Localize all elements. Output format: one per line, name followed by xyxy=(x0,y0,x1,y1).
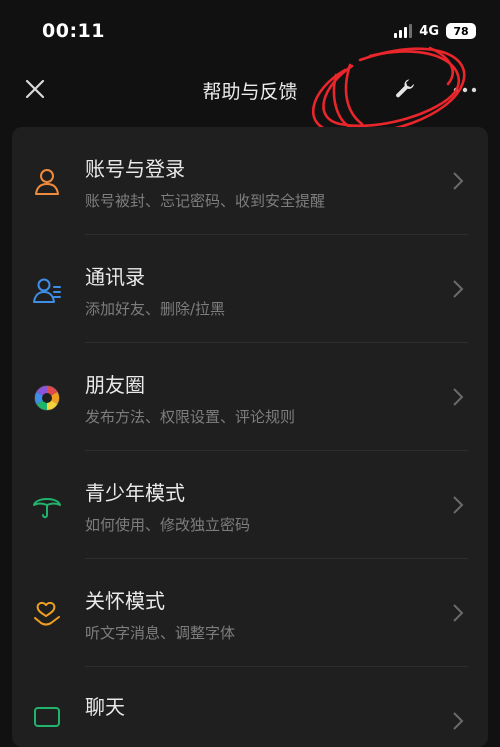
status-bar: 00:11 4G 78 xyxy=(0,0,500,64)
chevron-right-icon xyxy=(453,496,464,514)
list-item-title: 聊天 xyxy=(85,695,125,719)
moments-aperture-icon xyxy=(34,385,60,411)
list-item-care-mode[interactable]: 关怀模式 听文字消息、调整字体 xyxy=(12,559,488,667)
chevron-right-icon xyxy=(453,388,464,406)
chevron-right-icon xyxy=(453,172,464,190)
help-topics-list: 账号与登录 账号被封、忘记密码、收到安全提醒 通讯录 添加好友、删除/拉黑 朋友… xyxy=(12,127,488,747)
chat-icon xyxy=(34,707,60,727)
more-options-icon[interactable] xyxy=(452,86,478,94)
list-item-title: 青少年模式 xyxy=(85,481,185,505)
chevron-right-icon xyxy=(453,280,464,298)
wrench-icon[interactable] xyxy=(392,76,418,102)
list-item-subtitle: 添加好友、删除/拉黑 xyxy=(85,300,226,318)
list-item-title: 朋友圈 xyxy=(85,373,145,397)
list-item-subtitle: 听文字消息、调整字体 xyxy=(85,624,236,642)
nav-bar: 帮助与反馈 xyxy=(0,64,500,114)
network-type: 4G xyxy=(419,23,439,39)
list-item-chat[interactable]: 聊天 xyxy=(12,667,488,747)
list-item-subtitle: 账号被封、忘记密码、收到安全提醒 xyxy=(85,192,326,210)
contacts-icon xyxy=(33,278,61,303)
page-title: 帮助与反馈 xyxy=(202,81,298,103)
list-item-title: 通讯录 xyxy=(85,265,145,289)
status-time: 00:11 xyxy=(42,20,105,42)
list-item-contacts[interactable]: 通讯录 添加好友、删除/拉黑 xyxy=(12,235,488,343)
list-item-subtitle: 发布方法、权限设置、评论规则 xyxy=(85,408,296,426)
chevron-right-icon xyxy=(453,604,464,622)
signal-strength-icon xyxy=(394,24,413,38)
user-icon xyxy=(35,169,59,195)
status-indicators: 4G 78 xyxy=(394,22,476,40)
list-item-moments[interactable]: 朋友圈 发布方法、权限设置、评论规则 xyxy=(12,343,488,451)
list-item-title: 关怀模式 xyxy=(85,589,165,613)
list-item-teen-mode[interactable]: 青少年模式 如何使用、修改独立密码 xyxy=(12,451,488,559)
umbrella-icon xyxy=(33,498,61,519)
list-item-title: 账号与登录 xyxy=(85,157,185,181)
list-item-subtitle: 如何使用、修改独立密码 xyxy=(85,516,251,534)
chevron-right-icon xyxy=(453,712,464,730)
care-hand-heart-icon xyxy=(34,601,60,626)
battery-icon: 78 xyxy=(446,23,476,39)
list-item-account-login[interactable]: 账号与登录 账号被封、忘记密码、收到安全提醒 xyxy=(12,127,488,235)
